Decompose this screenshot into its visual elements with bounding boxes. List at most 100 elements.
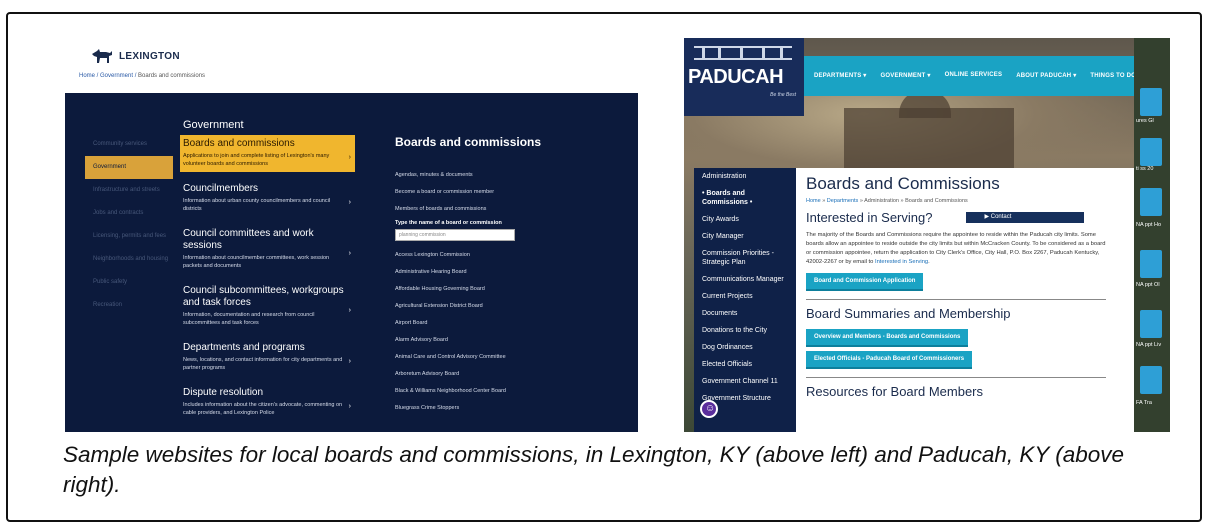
sidebar-item-licensing[interactable]: Licensing, permits and fees: [85, 225, 175, 248]
board-link[interactable]: Airport Board: [395, 315, 565, 332]
summaries-buttons: Overview and Members - Boards and Commis…: [806, 325, 1124, 369]
menu-item-dispute-resolution[interactable]: Dispute resolution Includes information …: [183, 384, 355, 421]
menu-item-departments[interactable]: Departments and programs News, locations…: [183, 339, 355, 376]
paragraph-text: The majority of the Boards and Commissio…: [806, 232, 1106, 265]
figure-caption: Sample websites for local boards and com…: [63, 442, 1125, 497]
menu-item-councilmembers[interactable]: Councilmembers Information about urban c…: [183, 180, 355, 217]
breadcrumb-home[interactable]: Home / Government /: [79, 73, 138, 79]
interested-paragraph: The majority of the Boards and Commissio…: [806, 231, 1106, 267]
contact-button[interactable]: ▶ Contact: [966, 212, 1085, 223]
desktop-file-icon[interactable]: [1140, 310, 1162, 338]
sidebar-item-public-safety[interactable]: Public safety: [85, 271, 175, 294]
building-silhouette: [844, 108, 1014, 168]
sidebar-item-donations[interactable]: Donations to the City: [694, 322, 796, 339]
sidebar-item-city-awards[interactable]: City Awards: [694, 211, 796, 228]
interested-email-link[interactable]: Interested in Serving: [875, 259, 928, 265]
nav-departments[interactable]: DEPARTMENTS ▾: [814, 72, 867, 79]
elected-officials-button[interactable]: Elected Officials - Paducah Board of Com…: [806, 351, 973, 369]
board-search-label: Type the name of a board or commission: [395, 220, 502, 226]
sidebar-item-recreation[interactable]: Recreation: [85, 294, 175, 317]
desktop-file-label: NA ppt Ho: [1136, 222, 1162, 228]
board-link[interactable]: Bluegrass Crime Stoppers: [395, 400, 565, 417]
chevron-right-icon: ›: [348, 306, 351, 314]
boards-panel: Boards and commissions Agendas, minutes …: [395, 135, 565, 417]
columns-icon: [694, 46, 792, 60]
chevron-right-icon: ›: [348, 249, 351, 257]
desktop-file-icon[interactable]: [1140, 366, 1162, 394]
sidebar-item-jobs[interactable]: Jobs and contracts: [85, 202, 175, 225]
nav-government[interactable]: GOVERNMENT ▾: [881, 72, 931, 79]
divider: [806, 299, 1106, 300]
sidebar-item-administration[interactable]: Administration: [694, 168, 796, 185]
board-link[interactable]: Animal Care and Control Advisory Committ…: [395, 349, 565, 366]
desktop-file-icon[interactable]: [1140, 88, 1162, 116]
application-button[interactable]: Board and Commission Application: [806, 273, 924, 291]
lexington-sidebar: Community services Government Infrastruc…: [85, 133, 175, 317]
sidebar-item-communications[interactable]: Communications Manager: [694, 271, 796, 288]
menu-item-boards[interactable]: Boards and commissions Applications to j…: [180, 135, 355, 172]
link-members[interactable]: Members of boards and commissions: [395, 201, 565, 218]
boards-panel-heading: Boards and commissions: [395, 135, 542, 149]
board-link[interactable]: Alarm Advisory Board: [395, 332, 565, 349]
sidebar-item-priorities[interactable]: Commission Priorities - Strategic Plan: [694, 245, 796, 271]
sidebar-item-elected-officials[interactable]: Elected Officials: [694, 356, 796, 373]
paragraph-end: .: [928, 259, 930, 265]
board-link[interactable]: Black & Williams Neighborhood Center Boa…: [395, 383, 565, 400]
summaries-heading: Board Summaries and Membership: [806, 306, 1011, 321]
breadcrumb: Home / Government / Boards and commissio…: [79, 73, 205, 79]
paducah-logo-name: PADUCAH: [688, 66, 784, 88]
overview-button[interactable]: Overview and Members - Boards and Commis…: [806, 329, 969, 347]
board-search-input[interactable]: planning commission: [395, 229, 515, 241]
chevron-right-icon: ›: [348, 357, 351, 365]
paducah-sidebar: Administration • Boards and Commissions …: [694, 168, 796, 432]
breadcrumb-departments[interactable]: Departments: [827, 198, 859, 204]
desktop-file-icon[interactable]: [1140, 250, 1162, 278]
menu-item-title: Council committees and work sessions: [183, 228, 314, 251]
menu-item-desc: Information about councilmember committe…: [183, 255, 330, 269]
sidebar-item-neighborhoods[interactable]: Neighborhoods and housing: [85, 248, 175, 271]
breadcrumb: Home » Departments » Administration » Bo…: [806, 198, 1124, 204]
board-link[interactable]: Administrative Hearing Board: [395, 264, 565, 281]
horse-icon: [92, 49, 112, 63]
menu-item-subcommittees[interactable]: Council subcommittees, workgroups and ta…: [183, 282, 355, 331]
board-link[interactable]: Arboretum Advisory Board: [395, 366, 565, 383]
desktop-file-label: ti ss 20: [1136, 166, 1154, 172]
sidebar-item-dog-ordinances[interactable]: Dog Ordinances: [694, 339, 796, 356]
nav-about[interactable]: ABOUT PADUCAH ▾: [1016, 72, 1076, 79]
lexington-logo-text: LEXINGTON: [119, 50, 180, 62]
link-become-member[interactable]: Become a board or commission member: [395, 184, 565, 201]
sidebar-item-community-services[interactable]: Community services: [85, 133, 175, 156]
desktop-file-icon[interactable]: [1140, 188, 1162, 216]
sidebar-item-government[interactable]: Government: [85, 156, 173, 179]
page-title: Boards and Commissions: [806, 174, 1000, 193]
sidebar-item-infrastructure[interactable]: Infrastructure and streets: [85, 179, 175, 202]
nav-online-services[interactable]: ONLINE SERVICES: [945, 72, 1003, 79]
menu-item-council-committees[interactable]: Council committees and work sessions Inf…: [183, 225, 355, 274]
sidebar-item-documents[interactable]: Documents: [694, 305, 796, 322]
paducah-logo[interactable]: PADUCAH Be the Best: [684, 38, 804, 116]
sidebar-item-city-manager[interactable]: City Manager: [694, 228, 796, 245]
submenu-heading: Government: [183, 119, 244, 131]
menu-item-title: Council subcommittees, workgroups and ta…: [183, 285, 344, 308]
sidebar-item-government-channel[interactable]: Government Channel 11: [694, 373, 796, 390]
lexington-screenshot: LEXINGTON Home / Government / Boards and…: [65, 38, 638, 432]
desktop-file-icon[interactable]: [1140, 138, 1162, 166]
menu-item-desc: News, locations, and contact information…: [183, 357, 343, 371]
sidebar-item-projects[interactable]: Current Projects: [694, 288, 796, 305]
board-link[interactable]: Affordable Housing Governing Board: [395, 281, 565, 298]
board-link[interactable]: Access Lexington Commission: [395, 247, 565, 264]
resources-heading: Resources for Board Members: [806, 384, 984, 399]
accessibility-icon[interactable]: [700, 400, 718, 418]
breadcrumb-current: Boards and Commissions: [905, 198, 968, 204]
lexington-logo[interactable]: LEXINGTON: [91, 48, 180, 64]
chevron-right-icon: ›: [348, 402, 351, 410]
desktop-file-label: ures Gl: [1136, 118, 1154, 124]
breadcrumb-admin[interactable]: Administration: [864, 198, 899, 204]
chevron-right-icon: ›: [348, 198, 351, 206]
board-link[interactable]: Agricultural Extension District Board: [395, 298, 565, 315]
sidebar-item-boards[interactable]: • Boards and Commissions •: [694, 185, 796, 211]
interested-heading: Interested in Serving?: [806, 210, 933, 225]
menu-item-desc: Information about urban county councilme…: [183, 198, 331, 212]
link-agendas[interactable]: Agendas, minutes & documents: [395, 167, 565, 184]
breadcrumb-home[interactable]: Home: [806, 198, 821, 204]
